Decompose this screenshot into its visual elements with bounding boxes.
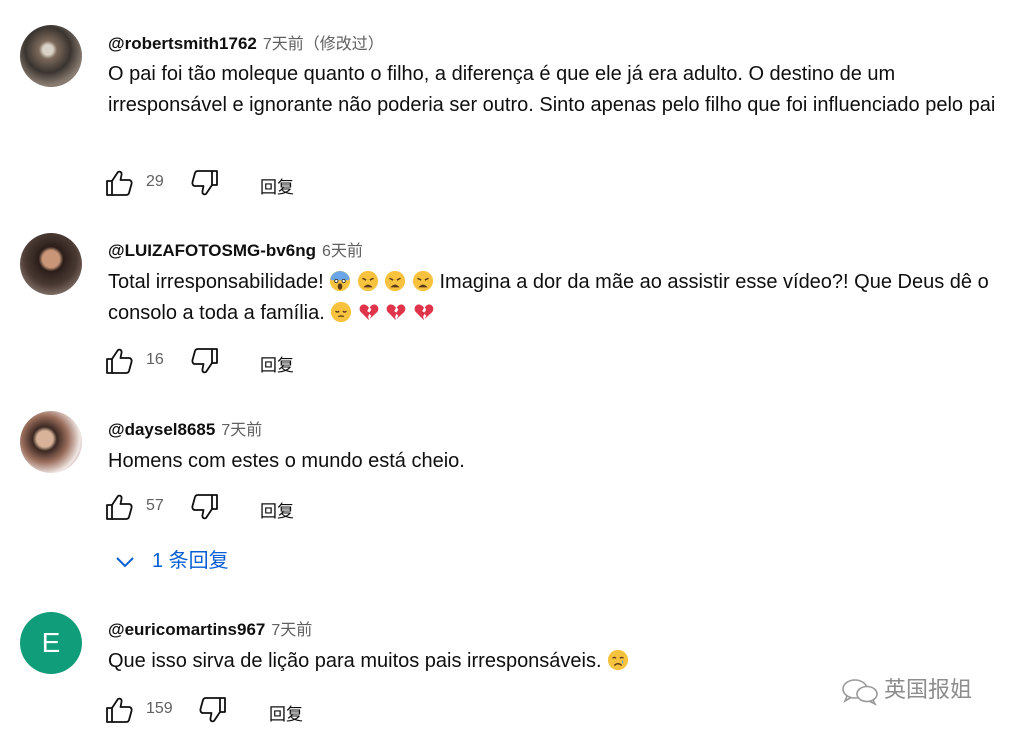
crying-face-emoji-icon — [608, 649, 629, 671]
weary-face-emoji-icon — [412, 270, 434, 292]
comment-header: @daysel8685 7天前 — [108, 416, 262, 440]
thumbs-down-icon[interactable] — [190, 168, 220, 198]
thumbs-up-icon[interactable] — [104, 695, 134, 725]
comment-text: Total irresponsabilidade! Imagina a dor … — [108, 267, 1008, 329]
weary-face-emoji-icon — [385, 270, 406, 292]
reply-button[interactable]: 回复 — [260, 173, 294, 198]
comment-text-start: Total irresponsabilidade! — [108, 271, 324, 293]
thumbs-down-icon[interactable] — [190, 346, 220, 376]
reply-button[interactable]: 回复 — [269, 700, 303, 725]
view-replies-label: 1 条回复 — [152, 550, 229, 572]
like-count: 159 — [146, 700, 173, 717]
comment-time[interactable]: 7天前（修改过） — [263, 36, 384, 53]
broken-heart-emoji-icon — [387, 304, 406, 321]
avatar[interactable] — [20, 411, 82, 473]
comment-actions: 159 回复 — [104, 695, 504, 727]
broken-heart-emoji-icon — [414, 304, 434, 321]
avatar[interactable]: E — [20, 612, 82, 674]
thumbs-down-icon[interactable] — [198, 695, 228, 725]
comment-actions: 16 回复 — [104, 346, 504, 378]
comment-header: @euricomartins967 7天前 — [108, 616, 312, 640]
comment-time[interactable]: 7天前 — [271, 622, 312, 639]
comment-time[interactable]: 6天前 — [322, 243, 363, 260]
comment-author[interactable]: @euricomartins967 — [108, 620, 265, 639]
watermark: 英国报姐 — [840, 672, 972, 706]
weary-face-emoji-icon — [357, 270, 378, 292]
comment-author[interactable]: @LUIZAFOTOSMG-bv6ng — [108, 241, 316, 260]
like-count: 16 — [146, 351, 164, 368]
pensive-face-emoji-icon — [331, 301, 352, 323]
comment-time[interactable]: 7天前 — [221, 422, 262, 439]
comment-actions: 57 回复 — [104, 492, 504, 524]
thumbs-up-icon[interactable] — [104, 346, 134, 376]
comment-header: @robertsmith1762 7天前（修改过） — [108, 30, 384, 54]
comment-text: Homens com estes o mundo está cheio. — [108, 450, 465, 472]
reply-button[interactable]: 回复 — [260, 351, 294, 376]
avatar[interactable] — [20, 233, 82, 295]
reply-button[interactable]: 回复 — [260, 497, 294, 522]
comment-text-body: Que isso sirva de lição para muitos pais… — [108, 650, 602, 672]
comment-author[interactable]: @robertsmith1762 — [108, 34, 257, 53]
comment-actions: 29 回复 — [104, 168, 504, 200]
comment-text: O pai foi tão moleque quanto o filho, a … — [108, 63, 996, 116]
wechat-logo-icon — [842, 679, 878, 706]
broken-heart-emoji-icon — [359, 304, 379, 321]
chevron-down-icon — [116, 557, 134, 568]
comment-author[interactable]: @daysel8685 — [108, 420, 215, 439]
screaming-face-emoji-icon — [330, 270, 351, 292]
like-count: 57 — [146, 497, 164, 514]
avatar[interactable] — [20, 25, 82, 87]
avatar-letter: E — [41, 627, 61, 658]
watermark-text: 英国报姐 — [884, 677, 973, 702]
view-replies-button[interactable]: 1 条回复 — [114, 544, 229, 578]
thumbs-up-icon[interactable] — [104, 492, 134, 522]
thumbs-up-icon[interactable] — [104, 168, 134, 198]
like-count: 29 — [146, 173, 164, 190]
thumbs-down-icon[interactable] — [190, 492, 220, 522]
comment-header: @LUIZAFOTOSMG-bv6ng 6天前 — [108, 237, 363, 261]
